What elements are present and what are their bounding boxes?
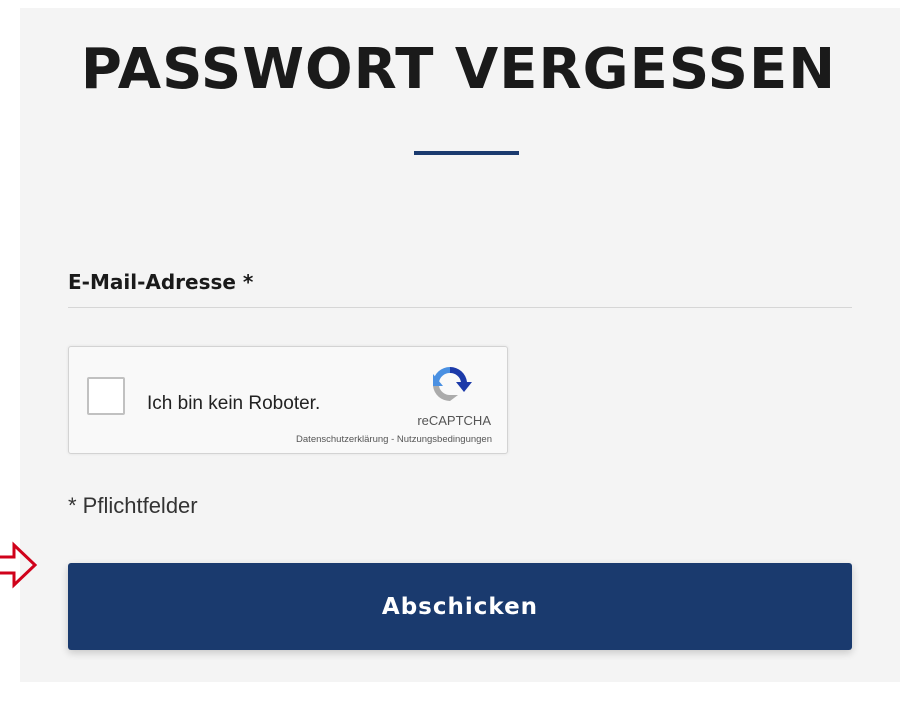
submit-button[interactable]: Abschicken <box>68 563 852 650</box>
recaptcha-label: Ich bin kein Roboter. <box>147 393 321 414</box>
terms-link[interactable]: Nutzungsbedingungen <box>397 434 492 445</box>
arrow-right-icon <box>0 541 38 589</box>
email-label: E-Mail-Adresse * <box>68 270 254 294</box>
required-fields-note: * Pflichtfelder <box>68 493 198 518</box>
recaptcha-links: Datenschutzerklärung - Nutzungsbedingung… <box>296 434 492 445</box>
recaptcha-brand: reCAPTCHA <box>417 413 491 428</box>
page-title: PASSWORT VERGESSEN <box>80 37 837 102</box>
title-underline <box>414 151 519 155</box>
privacy-link[interactable]: Datenschutzerklärung <box>296 434 388 445</box>
link-separator: - <box>388 434 397 445</box>
recaptcha-checkbox[interactable] <box>87 377 125 415</box>
recaptcha-logo-icon <box>433 366 472 402</box>
recaptcha-widget: Ich bin kein Roboter. reCAPTCHA Datensch… <box>68 346 508 454</box>
